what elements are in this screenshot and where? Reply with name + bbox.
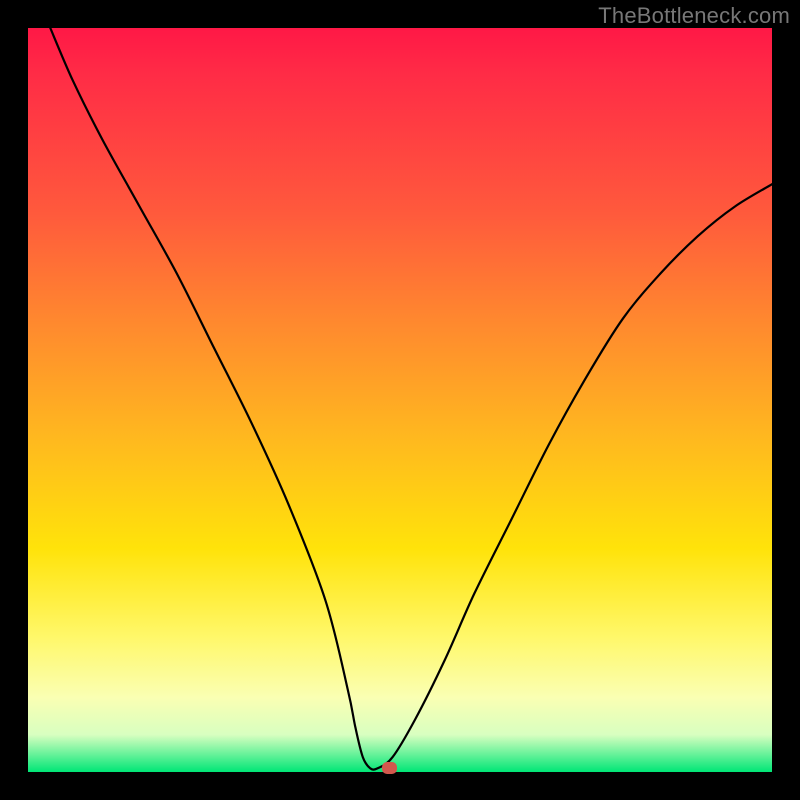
curve-path <box>50 28 772 770</box>
minimum-marker <box>382 762 397 774</box>
bottleneck-curve <box>28 28 772 772</box>
watermark-text: TheBottleneck.com <box>598 3 790 29</box>
plot-area <box>28 28 772 772</box>
chart-frame: TheBottleneck.com <box>0 0 800 800</box>
